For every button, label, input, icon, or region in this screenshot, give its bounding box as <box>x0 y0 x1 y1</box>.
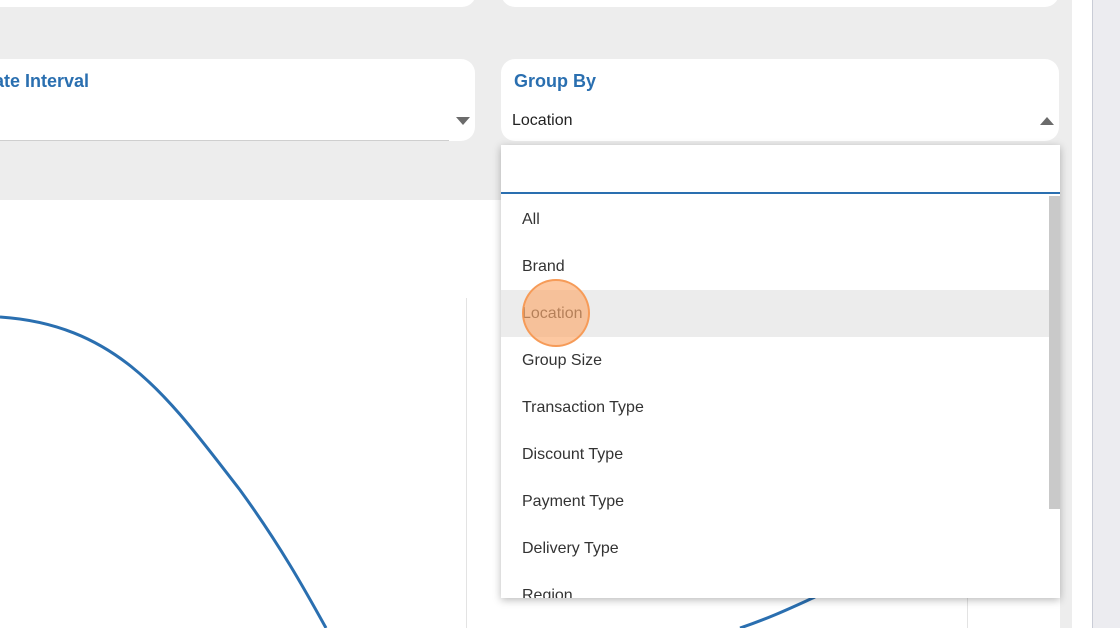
chart-series-line-right <box>739 595 816 628</box>
option-brand[interactable]: Brand <box>501 243 1049 290</box>
option-region[interactable]: Region <box>501 572 1049 598</box>
option-all[interactable]: All <box>501 196 1049 243</box>
option-discount-type[interactable]: Discount Type <box>501 431 1049 478</box>
dropdown-option-list: All Brand Location Group Size Transactio… <box>501 196 1049 598</box>
page: ate Interval Group By Location All Brand… <box>0 0 1120 628</box>
option-group-size[interactable]: Group Size <box>501 337 1049 384</box>
right-margin <box>1072 0 1092 628</box>
group-by-dropdown: All Brand Location Group Size Transactio… <box>501 145 1060 598</box>
dropdown-scrollbar-thumb[interactable] <box>1049 196 1060 509</box>
option-payment-type[interactable]: Payment Type <box>501 478 1049 525</box>
chart-series-line <box>0 315 328 628</box>
option-delivery-type[interactable]: Delivery Type <box>501 525 1049 572</box>
side-panel-edge <box>1092 0 1120 628</box>
option-location[interactable]: Location <box>501 290 1049 337</box>
option-transaction-type[interactable]: Transaction Type <box>501 384 1049 431</box>
dropdown-search-input[interactable] <box>501 145 1060 194</box>
